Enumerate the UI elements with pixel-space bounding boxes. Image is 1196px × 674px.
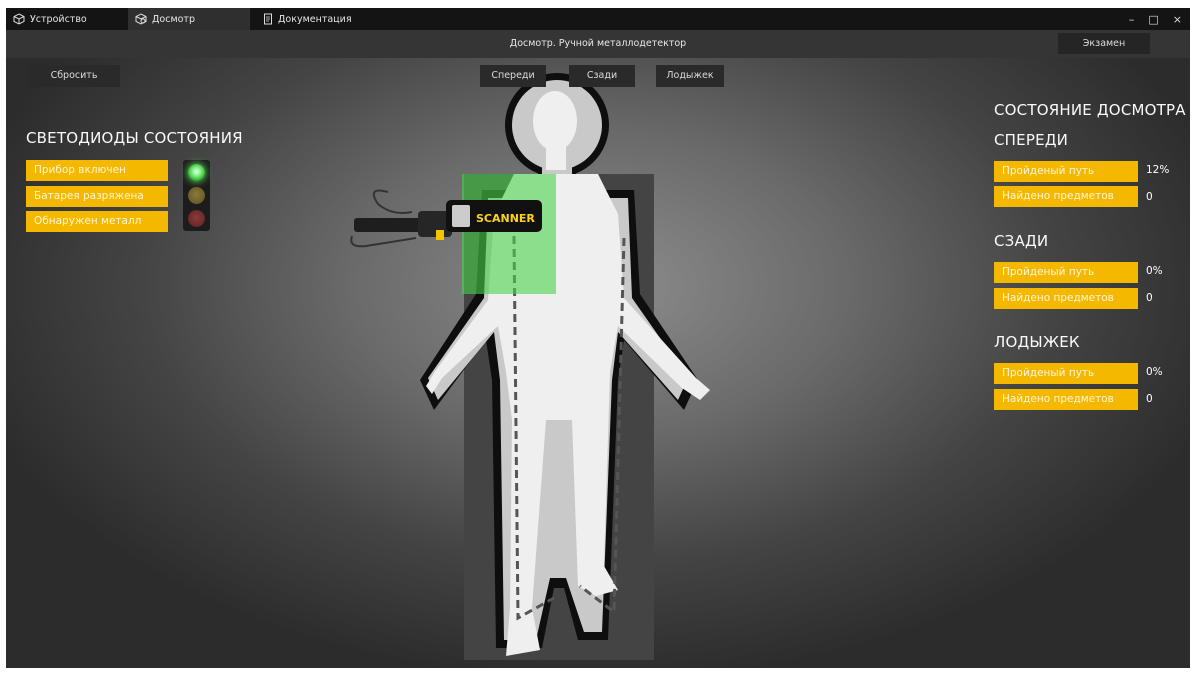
back-items-value: 0 [1146,292,1153,304]
status-front-title: СПЕРЕДИ [994,131,1069,149]
status-led-panel [183,160,210,231]
back-path-label: Пройденый путь [994,262,1138,283]
led-power-indicator [188,164,205,181]
reset-button[interactable]: Сбросить [28,65,120,87]
led-metal-indicator [188,210,205,227]
leds-heading: СВЕТОДИОДЫ СОСТОЯНИЯ [26,129,243,147]
scanned-area [462,174,556,294]
led-battery-indicator [188,187,205,204]
back-items-label: Найдено предметов [994,288,1138,309]
ankle-items-value: 0 [1146,393,1153,405]
status-ankle-title: ЛОДЫЖЕК [994,333,1080,351]
ankle-items-label: Найдено предметов [994,389,1138,410]
front-path-value: 12% [1146,164,1170,176]
led-label-power: Прибор включен [26,160,168,181]
back-path-value: 0% [1146,265,1163,277]
front-items-label: Найдено предметов [994,186,1138,207]
ankle-path-label: Пройденый путь [994,363,1138,384]
led-label-metal: Обнаружен металл [26,211,168,232]
front-items-value: 0 [1146,191,1153,203]
scanner-brand: SCANNER [476,212,535,225]
view-ankle-button[interactable]: Лодыжек [656,65,724,87]
app-window: Устройство Досмотр Документация – □ × До… [6,8,1190,668]
status-heading: СОСТОЯНИЕ ДОСМОТРА [994,101,1186,119]
status-back-title: СЗАДИ [994,232,1049,250]
view-back-button[interactable]: Сзади [569,65,635,87]
front-path-label: Пройденый путь [994,161,1138,182]
view-front-button[interactable]: Спереди [480,65,546,87]
ankle-path-value: 0% [1146,366,1163,378]
led-label-battery: Батарея разряжена [26,186,168,207]
